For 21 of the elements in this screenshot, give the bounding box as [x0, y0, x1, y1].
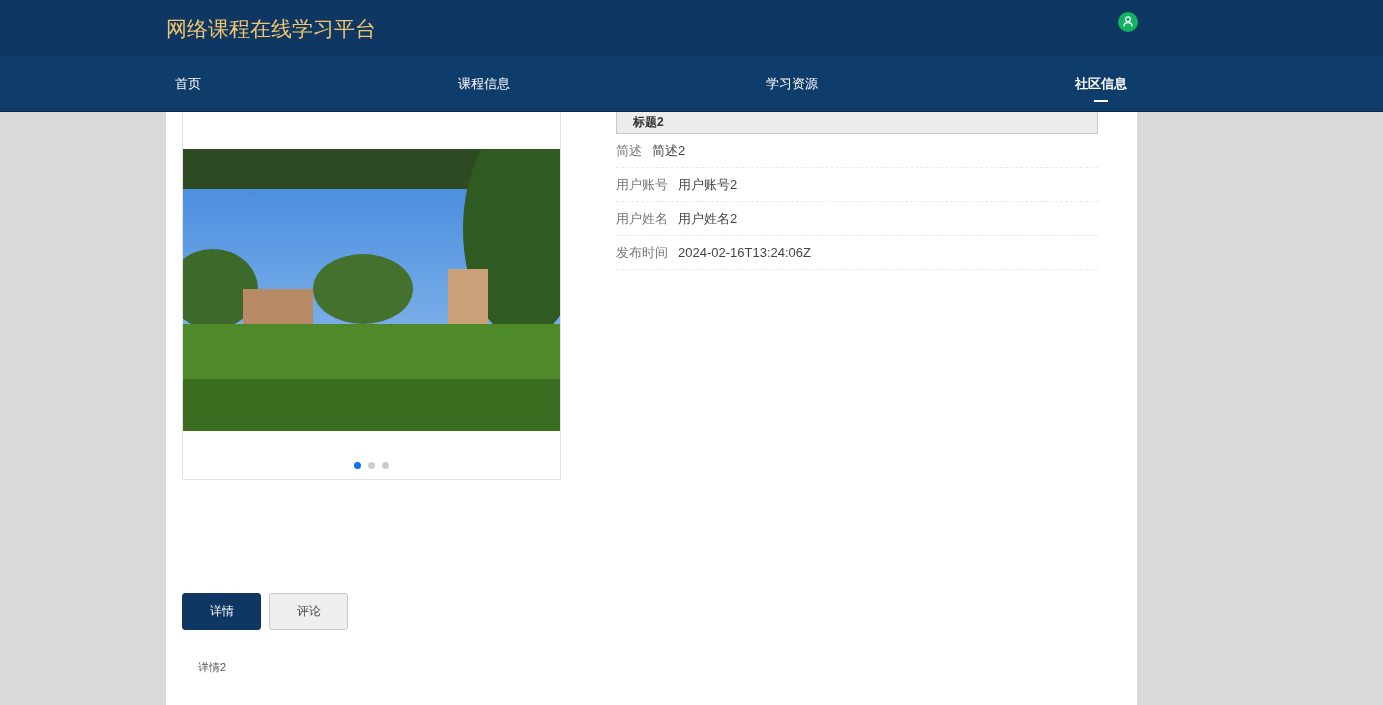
field-label: 用户账号	[616, 175, 668, 194]
nav-link[interactable]: 课程信息	[457, 69, 510, 103]
site-title: 网络课程在线学习平台	[166, 15, 376, 42]
carousel-dot[interactable]	[368, 462, 375, 469]
nav-link[interactable]: 学习资源	[766, 69, 819, 103]
tab-button[interactable]: 详情	[182, 593, 261, 630]
field-value: 2024-02-16T13:24:06Z	[678, 245, 811, 260]
field-label: 简述	[616, 141, 642, 160]
nav-link[interactable]: 首页	[175, 69, 201, 103]
detail-text: 详情2	[198, 660, 227, 675]
user-avatar-icon[interactable]	[1118, 11, 1138, 32]
field-value: 用户姓名2	[678, 209, 738, 228]
tab-button[interactable]: 评论	[269, 593, 348, 630]
field-value: 用户账号2	[678, 175, 738, 194]
field-label: 发布时间	[616, 243, 668, 262]
post-title: 标题2	[616, 112, 1098, 134]
carousel-dot[interactable]	[354, 462, 361, 469]
field-label: 用户姓名	[616, 209, 668, 228]
carousel-dot[interactable]	[382, 462, 389, 469]
nav-link[interactable]: 社区信息	[1074, 69, 1127, 103]
field-value: 简述2	[652, 141, 686, 160]
